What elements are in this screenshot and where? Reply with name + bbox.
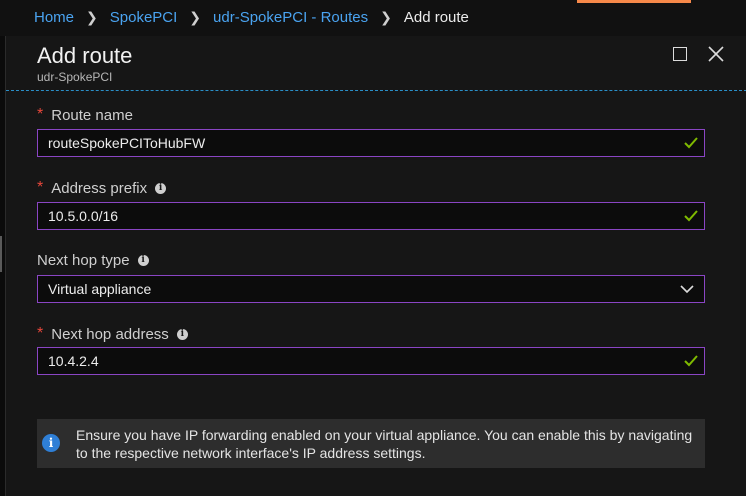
required-star: * [37, 179, 44, 196]
header-divider [6, 90, 746, 91]
next-hop-address-label-text: Next hop address [51, 325, 169, 343]
info-bar: i [37, 419, 65, 468]
next-hop-address-input[interactable]: 10.4.2.4 [37, 347, 705, 375]
required-star: * [37, 106, 44, 123]
chevron-right-icon: ❯ [86, 9, 98, 25]
address-prefix-input[interactable]: 10.5.0.0/16 [37, 202, 705, 230]
info-icon[interactable]: i [155, 182, 167, 194]
info-icon[interactable]: i [137, 255, 149, 266]
next-hop-type-select[interactable]: Virtual appliance [37, 275, 705, 303]
info-message-box: i Ensure you have IP forwarding enabled … [37, 419, 705, 468]
maximize-button[interactable] [670, 44, 690, 64]
info-message-text: Ensure you have IP forwarding enabled on… [76, 427, 693, 461]
add-route-blade: Add route udr-SpokePCI * Route name rout… [5, 36, 746, 496]
close-button[interactable] [706, 44, 726, 64]
breadcrumb-current: Add route [403, 9, 469, 26]
top-bar: Home ❯ SpokePCI ❯ udr-SpokePCI - Routes … [0, 0, 746, 36]
next-hop-type-label: Next hop type i [37, 252, 149, 269]
breadcrumb: Home ❯ SpokePCI ❯ udr-SpokePCI - Routes … [34, 9, 469, 26]
next-hop-address-label: * Next hop address i [37, 325, 188, 343]
blade-subtitle: udr-SpokePCI [37, 70, 113, 84]
info-icon[interactable]: i [176, 328, 188, 340]
breadcrumb-home[interactable]: Home [34, 9, 74, 26]
chevron-right-icon: ❯ [380, 9, 392, 25]
next-hop-type-label-text: Next hop type [37, 252, 130, 269]
top-accent-line [577, 0, 691, 3]
breadcrumb-spokepci[interactable]: SpokePCI [110, 9, 178, 26]
breadcrumb-routes[interactable]: udr-SpokePCI - Routes [213, 9, 368, 26]
required-star: * [37, 325, 44, 342]
address-prefix-label-text: Address prefix [51, 179, 148, 197]
check-icon [684, 355, 698, 367]
next-hop-type-value: Virtual appliance [48, 281, 152, 297]
scroll-indicator [0, 236, 2, 272]
route-name-value: routeSpokePCIToHubFW [48, 135, 206, 151]
next-hop-address-value: 10.4.2.4 [48, 353, 99, 369]
check-icon [684, 137, 698, 149]
address-prefix-value: 10.5.0.0/16 [48, 208, 119, 224]
route-name-input[interactable]: routeSpokePCIToHubFW [37, 129, 705, 157]
check-icon [684, 210, 698, 222]
close-icon [708, 46, 724, 62]
route-name-label: * Route name [37, 106, 133, 124]
info-icon: i [42, 434, 60, 452]
chevron-right-icon: ❯ [189, 9, 202, 25]
blade-title: Add route [37, 43, 133, 68]
chevron-down-icon [680, 285, 694, 294]
maximize-icon [673, 47, 687, 61]
route-name-label-text: Route name [51, 106, 133, 124]
address-prefix-label: * Address prefix i [37, 179, 167, 197]
